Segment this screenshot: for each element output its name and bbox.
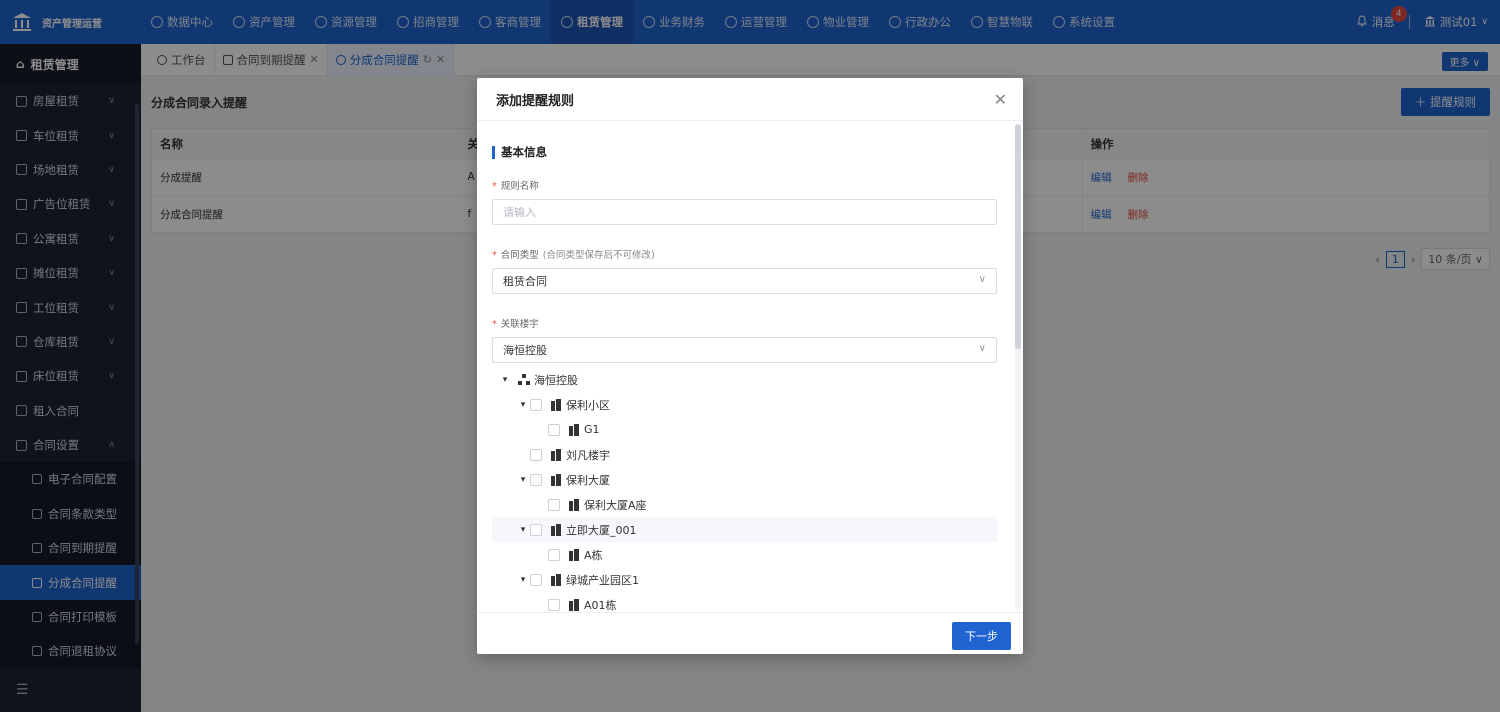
building-icon (550, 573, 562, 586)
tree-node[interactable]: 保利大厦A座 (492, 492, 997, 517)
dialog-footer: 下一步 (477, 612, 1023, 654)
building-icon (550, 473, 562, 486)
tree-node[interactable]: ▾ 保利小区 (492, 392, 997, 417)
dialog-scroll-thumb[interactable] (1015, 124, 1021, 349)
building-icon (550, 523, 562, 536)
tree-checkbox[interactable] (548, 498, 560, 511)
rule-name-placeholder: 请输入 (503, 206, 536, 219)
tree-node-label: 立即大厦_001 (566, 523, 637, 537)
tree-node-label: 保利大厦 (566, 473, 610, 487)
tree-node-label: 海恒控股 (534, 373, 578, 387)
tree-checkbox[interactable] (530, 448, 542, 461)
rule-name-input[interactable]: 请输入 (492, 199, 997, 225)
tree-node-label: A栋 (584, 548, 603, 562)
tree-checkbox[interactable] (548, 423, 560, 436)
building-select[interactable]: 海恒控股 ∨ (492, 337, 997, 363)
tree-checkbox[interactable] (530, 398, 542, 411)
tree-node[interactable]: ▾ 立即大厦_001 (492, 517, 997, 542)
building-label: * 关联楼宇 (492, 316, 997, 330)
tree-node[interactable]: ▾ 绿城产业园区1 (492, 567, 997, 592)
next-step-button[interactable]: 下一步 (952, 622, 1011, 650)
contract-type-hint: (合同类型保存后不可修改) (542, 250, 655, 261)
tree-checkbox[interactable] (530, 473, 542, 486)
rule-name-label: * 规则名称 (492, 178, 997, 192)
tree-node[interactable]: ▾ 海恒控股 (492, 367, 997, 392)
building-icon (550, 448, 562, 461)
building-label-text: 关联楼宇 (500, 319, 539, 330)
rule-name-label-text: 规则名称 (500, 181, 539, 192)
required-mark: * (492, 319, 497, 330)
tree-node-label: A01栋 (584, 598, 617, 612)
building-icon (568, 598, 580, 611)
tree-node-label: 刘凡楼宇 (566, 448, 610, 462)
tree-checkbox[interactable] (530, 523, 542, 536)
chevron-up-icon: ∨ (978, 343, 986, 354)
tree-node[interactable]: A01栋 (492, 592, 997, 612)
tree-node-label: 保利大厦A座 (584, 498, 647, 512)
dialog-title: 添加提醒规则 (496, 93, 575, 109)
caret-down-icon[interactable]: ▾ (516, 575, 530, 585)
dialog-header: 添加提醒规则 ✕ (477, 78, 1023, 121)
tree-node[interactable]: G1 (492, 417, 997, 442)
tree-checkbox[interactable] (548, 548, 560, 561)
required-mark: * (492, 181, 497, 192)
close-icon[interactable]: ✕ (994, 90, 1007, 109)
chevron-down-icon: ∨ (978, 274, 986, 285)
tree-node[interactable]: 刘凡楼宇 (492, 442, 997, 467)
contract-type-label: * 合同类型 (合同类型保存后不可修改) (492, 247, 997, 261)
org-icon (518, 373, 530, 386)
section-title: 基本信息 (492, 144, 997, 160)
building-icon (568, 498, 580, 511)
add-rule-dialog: 添加提醒规则 ✕ 基本信息 * 规则名称 请输入 * 合同类型 (合同类型保存后不可修… (477, 78, 1023, 654)
caret-down-icon[interactable]: ▾ (516, 400, 530, 410)
section-bar (492, 145, 495, 159)
section-label: 基本信息 (501, 145, 547, 159)
tree-node-label: 绿城产业园区1 (566, 573, 639, 587)
contract-type-label-text: 合同类型 (500, 250, 539, 261)
building-icon (568, 548, 580, 561)
tree-node-label: G1 (584, 423, 600, 436)
dialog-body: 基本信息 * 规则名称 请输入 * 合同类型 (合同类型保存后不可修改) 租赁合同 ∨… (477, 122, 1023, 612)
building-icon (568, 423, 580, 436)
tree-node[interactable]: A栋 (492, 542, 997, 567)
tree-node-label: 保利小区 (566, 398, 610, 412)
required-mark: * (492, 250, 497, 261)
tree-node[interactable]: ▾ 保利大厦 (492, 467, 997, 492)
building-value: 海恒控股 (503, 344, 547, 357)
caret-down-icon[interactable]: ▾ (516, 475, 530, 485)
tree-checkbox[interactable] (548, 598, 560, 611)
contract-type-select[interactable]: 租赁合同 ∨ (492, 268, 997, 294)
building-tree: ▾ 海恒控股 ▾ 保利小区 G1 刘凡楼宇 ▾ 保利大厦保利大厦A座 ▾ 立即大厦_001 A栋 ▾ 绿… (492, 367, 997, 612)
contract-type-value: 租赁合同 (503, 275, 547, 288)
caret-down-icon[interactable]: ▾ (498, 375, 512, 385)
building-icon (550, 398, 562, 411)
caret-down-icon[interactable]: ▾ (516, 525, 530, 535)
tree-checkbox[interactable] (530, 573, 542, 586)
